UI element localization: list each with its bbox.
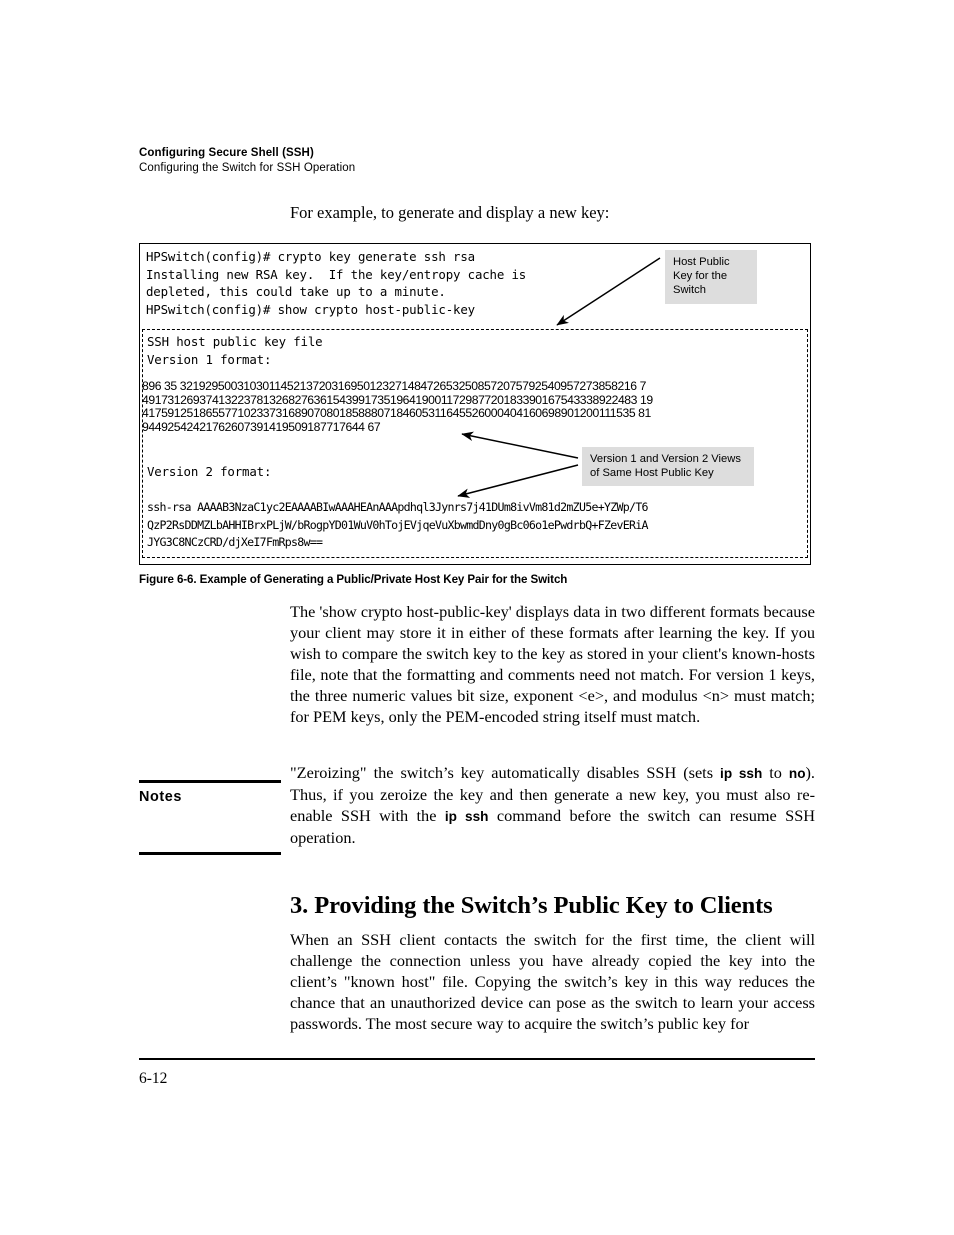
- running-head-title: Configuring Secure Shell (SSH): [139, 147, 314, 159]
- note-bold-no: no: [788, 766, 806, 781]
- note-text-1: "Zeroizing" the switch’s key automatical…: [290, 763, 721, 782]
- key-file-header: SSH host public key file Version 1 forma…: [147, 334, 323, 367]
- paragraph-clients: When an SSH client contacts the switch f…: [290, 930, 815, 1033]
- intro-sentence: For example, to generate and display a n…: [290, 203, 610, 222]
- note-bold-ipssh-2: ip ssh: [444, 808, 489, 824]
- terminal-transcript: HPSwitch(config)# crypto key generate ss…: [146, 249, 527, 317]
- callout-host-public-key: Host Public Key for the Switch: [665, 250, 757, 304]
- note-label: Notes: [139, 789, 182, 805]
- version2-key-lines: ssh-rsa AAAAB3NzaC1yc2EAAAABIwAAAHEAnAAA…: [147, 500, 649, 550]
- running-head: Configuring Secure Shell (SSH) Configuri…: [139, 146, 819, 176]
- version2-format-label: Version 2 format:: [147, 464, 272, 479]
- page-number: 6-12: [139, 1070, 168, 1087]
- running-head-subtitle: Configuring the Switch for SSH Operation: [139, 162, 356, 174]
- note-rule-bottom: [139, 852, 281, 855]
- note-bold-ipssh-1: ip ssh: [720, 766, 763, 781]
- section-heading: 3. Providing the Switch’s Public Key to …: [290, 892, 773, 919]
- footer-rule: [139, 1058, 815, 1060]
- note-rule-top: [139, 780, 281, 783]
- note-body: "Zeroizing" the switch’s key automatical…: [290, 763, 815, 849]
- note-text-2: to: [762, 763, 789, 782]
- document-page: Configuring Secure Shell (SSH) Configuri…: [0, 0, 954, 1235]
- callout-version-views: Version 1 and Version 2 Views of Same Ho…: [582, 447, 754, 487]
- figure-caption: Figure 6-6. Example of Generating a Publ…: [139, 573, 568, 586]
- paragraph-formats: The 'show crypto host-public-key' displa…: [290, 602, 815, 726]
- version1-key-lines: 896 35 321929500310301145213720316950123…: [142, 379, 653, 435]
